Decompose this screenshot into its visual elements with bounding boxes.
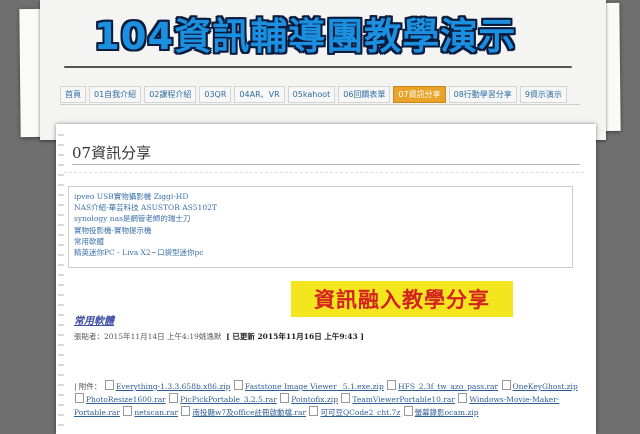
file-icon <box>169 393 179 403</box>
attachment-link[interactable]: HFS_2.3f_tw_azo_pass.rar <box>398 382 498 391</box>
nav-item-home[interactable]: 首頁 <box>60 86 86 103</box>
file-icon <box>309 406 319 416</box>
nav-item-01[interactable]: 01自我介紹 <box>89 86 142 103</box>
post-meta-updated: [ 已更新 2015年11月16日 上午9:43 ] <box>226 332 364 341</box>
subpage-links-box: ipveo USB實物攝影機 Ziggi-HD NAS介紹-華芸科技 ASUST… <box>68 186 573 268</box>
nav-item-02[interactable]: 02課程介紹 <box>144 86 197 103</box>
dashed-divider <box>64 172 584 174</box>
attachment-link[interactable]: netscan.rar <box>134 408 178 417</box>
promo-banner-text: 資訊融入教學分享 <box>314 288 490 312</box>
post-meta: 張貼者：2015年11月14日 上午4:19姚逸默 [ 已更新 2015年11月… <box>74 331 364 342</box>
site-title: 104資訊輔導團教學演示 <box>94 15 517 58</box>
subpage-link[interactable]: 精英迷你PC - Liva X2~口袋型迷你pc <box>74 247 572 258</box>
attachment-link[interactable]: TeamViewerPortable10.rar <box>352 395 455 404</box>
attachment-link[interactable]: Everything-1.3.3.658b.x86.zip <box>116 382 231 391</box>
nav-item-07-active[interactable]: 07資訊分享 <box>393 86 446 103</box>
file-icon <box>458 393 468 403</box>
attachment-link[interactable]: PicPickPortable_3.2.5.rar <box>180 395 277 404</box>
subpage-link[interactable]: 實物投影機-實物提示機 <box>74 225 572 236</box>
nav-item-09[interactable]: 9資示演示 <box>519 86 567 103</box>
attachment-link[interactable]: Faststone Image Viewer _5.1.exe.zip <box>245 382 384 391</box>
attachment-link[interactable]: 南投縣w7及office註冊啟動檔.rar <box>192 408 306 417</box>
attachment-link[interactable]: OneKeyGhost.zip <box>513 382 578 391</box>
nav-divider <box>60 104 580 105</box>
subpage-link[interactable]: synology nas是網管老師的瑞士刀 <box>74 213 572 224</box>
attachment-link[interactable]: PhotoResize1600.rar <box>86 395 166 404</box>
file-icon <box>123 406 133 416</box>
title-rule <box>64 66 572 68</box>
promo-banner: 資訊融入教學分享 <box>291 281 513 317</box>
attachment-link[interactable]: 可可豆QCode2_cht.7z <box>320 408 400 417</box>
notebook-margin <box>58 126 64 426</box>
nav-item-04[interactable]: 04AR、VR <box>234 86 285 103</box>
nav-item-05[interactable]: 05kahoot <box>287 86 336 103</box>
attachments-list: | 附件： Everything-1.3.3.658b.x86.zip Fast… <box>74 380 578 417</box>
file-icon <box>75 393 84 403</box>
page-title: 07資訊分享 <box>72 144 152 162</box>
file-icon <box>341 393 351 403</box>
nav-item-03[interactable]: 03QR <box>199 86 232 103</box>
file-icon <box>501 380 511 390</box>
nav-item-08[interactable]: 08行動學習分享 <box>448 86 517 103</box>
file-icon <box>403 406 413 416</box>
attachments-label: 附件： <box>78 382 102 391</box>
file-icon <box>104 380 114 390</box>
top-navigation: 首頁 01自我介紹 02課程介紹 03QR 04AR、VR 05kahoot 0… <box>60 86 567 103</box>
subpage-link[interactable]: ipveo USB實物攝影機 Ziggi-HD <box>74 191 572 202</box>
subpage-link[interactable]: 常用軟體 <box>74 236 572 247</box>
subpage-link[interactable]: NAS介紹-華芸科技 ASUSTOR AS5102T <box>74 202 572 213</box>
page-title-rule <box>72 164 580 165</box>
post-meta-posted: 張貼者：2015年11月14日 上午4:19姚逸默 <box>74 332 222 341</box>
file-icon <box>280 393 290 403</box>
file-icon <box>233 380 243 390</box>
post-title-link[interactable]: 常用軟體 <box>74 312 114 327</box>
attachment-link[interactable]: Pointofix.zip <box>291 395 338 404</box>
file-icon <box>387 380 397 390</box>
attachment-link[interactable]: 螢幕錄影ocam.zip <box>415 408 479 417</box>
nav-item-06[interactable]: 06回饋表單 <box>338 86 391 103</box>
file-icon <box>181 406 191 416</box>
